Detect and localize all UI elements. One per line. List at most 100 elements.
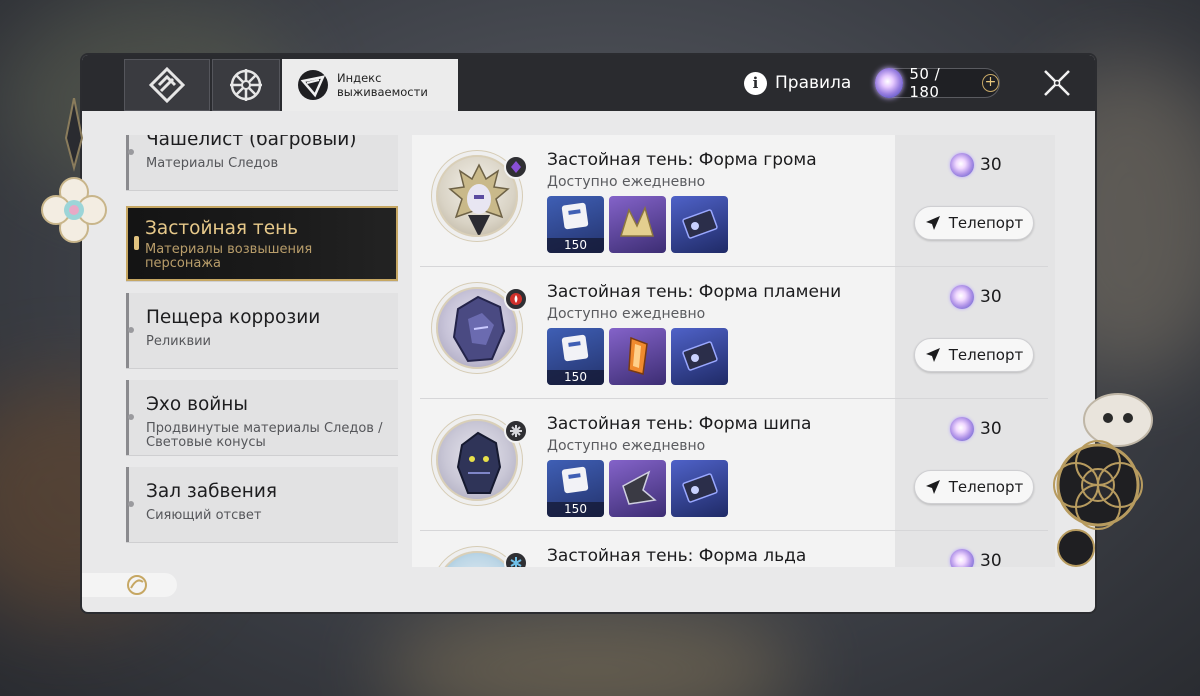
ascension-material[interactable] bbox=[609, 460, 666, 517]
stage-title: Застойная тень: Форма грома bbox=[547, 150, 817, 170]
nav-item-calyx-crimson[interactable]: Чашелист (багровый) Материалы Следов bbox=[126, 135, 398, 190]
element-badge bbox=[504, 287, 528, 311]
nav-item-sub: Реликвии bbox=[146, 334, 212, 349]
nav-item-hall-of-oblivion[interactable]: Зал забвения Сияющий отсвет bbox=[126, 467, 398, 542]
list-item: Застойная тень: Форма шипа Доступно ежед… bbox=[412, 399, 1055, 531]
close-icon[interactable] bbox=[1042, 68, 1072, 98]
nav-item-title: Чашелист (багровый) bbox=[146, 135, 357, 150]
info-icon: i bbox=[744, 71, 767, 95]
top-bar: Индекс выживаемости i Правила 50 / 180 + bbox=[82, 55, 1095, 111]
teleport-label: Телепорт bbox=[948, 478, 1024, 496]
teleport-arrow-icon bbox=[925, 216, 940, 230]
stage-cost: 30 bbox=[950, 153, 1002, 177]
nav-pip bbox=[128, 414, 134, 420]
gold-emblem-icon bbox=[127, 575, 147, 595]
nav-pip bbox=[134, 236, 139, 250]
trailblaze-power-icon bbox=[950, 153, 974, 177]
stage-availability: Доступно ежедневно bbox=[547, 174, 706, 190]
right-flower-ornament-icon bbox=[1053, 393, 1153, 567]
trailblaze-power-value: 50 / 180 bbox=[909, 65, 941, 101]
credit-card-icon bbox=[682, 209, 718, 239]
category-nav: Чашелист (багровый) Материалы Следов Зас… bbox=[126, 135, 398, 545]
nav-item-sub: Материалы Следов bbox=[146, 156, 279, 171]
exp-material[interactable]: 150 bbox=[547, 460, 604, 517]
stage-title: Застойная тень: Форма льда bbox=[547, 546, 807, 566]
trailblaze-power-icon bbox=[950, 549, 974, 567]
thunder-crown-icon bbox=[619, 205, 654, 237]
nav-pip bbox=[128, 149, 134, 155]
ice-element-icon bbox=[510, 557, 522, 567]
stage-cost: 30 bbox=[950, 549, 1002, 567]
trailblaze-power-orb-icon bbox=[875, 68, 904, 98]
trailblaze-power: 50 / 180 + bbox=[875, 65, 1000, 101]
compass-star-icon bbox=[230, 69, 262, 101]
teleport-button[interactable]: Телепорт bbox=[914, 470, 1034, 504]
lightning-element-icon bbox=[511, 161, 521, 173]
bottom-toggle[interactable] bbox=[82, 573, 177, 597]
element-badge bbox=[504, 551, 528, 567]
stage-cost-value: 30 bbox=[980, 419, 1002, 439]
tab-rhombus-emblem[interactable] bbox=[124, 59, 210, 111]
stage-availability: Доступно ежедневно bbox=[547, 306, 706, 322]
tab-survival-index[interactable]: Индекс выживаемости bbox=[282, 59, 458, 111]
credit-card-icon bbox=[682, 473, 718, 503]
spike-shard-icon bbox=[622, 470, 657, 505]
teleport-button[interactable]: Телепорт bbox=[914, 206, 1034, 240]
list-item: Застойная тень: Форма льда 30 bbox=[412, 531, 1055, 567]
ascension-material[interactable] bbox=[609, 196, 666, 253]
teleport-label: Телепорт bbox=[948, 346, 1024, 364]
trailblaze-power-icon bbox=[950, 285, 974, 309]
teleport-arrow-icon bbox=[925, 480, 940, 494]
material-quantity: 150 bbox=[547, 370, 604, 385]
ascension-material[interactable] bbox=[609, 328, 666, 385]
add-power-button[interactable]: + bbox=[981, 74, 999, 92]
stage-cost-value: 30 bbox=[980, 287, 1002, 307]
left-flower-ornament-icon bbox=[41, 98, 107, 243]
credit-material[interactable] bbox=[671, 460, 728, 517]
physical-element-icon bbox=[510, 425, 522, 437]
nav-item-sub: Продвинутые материалы Следов / Световые … bbox=[146, 421, 383, 450]
survival-index-window: Индекс выживаемости i Правила 50 / 180 +… bbox=[80, 53, 1097, 614]
stage-list: Застойная тень: Форма грома Доступно еже… bbox=[412, 135, 1055, 567]
tab-survival-index-label: Индекс выживаемости bbox=[337, 71, 428, 99]
teleport-arrow-icon bbox=[925, 348, 940, 362]
exp-book-icon bbox=[561, 202, 589, 230]
nav-item-cavern-of-corrosion[interactable]: Пещера коррозии Реликвии bbox=[126, 293, 398, 368]
nav-item-stagnant-shadow[interactable]: Застойная тень Материалы возвышения перс… bbox=[126, 206, 398, 281]
stage-availability: Доступно ежедневно bbox=[547, 438, 706, 454]
trailblaze-power-icon bbox=[950, 417, 974, 441]
stage-cost-value: 30 bbox=[980, 155, 1002, 175]
list-item: Застойная тень: Форма грома Доступно еже… bbox=[412, 135, 1055, 267]
survival-index-icon bbox=[298, 70, 328, 100]
material-quantity: 150 bbox=[547, 502, 604, 517]
rules-label: Правила bbox=[775, 73, 852, 93]
credit-card-icon bbox=[682, 341, 718, 371]
nav-item-title: Пещера коррозии bbox=[146, 307, 321, 328]
credit-material[interactable] bbox=[671, 328, 728, 385]
nav-item-echo-of-war[interactable]: Эхо войны Продвинутые материалы Следов /… bbox=[126, 380, 398, 455]
stage-title: Застойная тень: Форма пламени bbox=[547, 282, 842, 302]
exp-material[interactable]: 150 bbox=[547, 328, 604, 385]
list-item: Застойная тень: Форма пламени Доступно е… bbox=[412, 267, 1055, 399]
teleport-label: Телепорт bbox=[948, 214, 1024, 232]
rules-button[interactable]: i Правила bbox=[744, 69, 851, 97]
exp-material[interactable]: 150 bbox=[547, 196, 604, 253]
material-quantity: 150 bbox=[547, 238, 604, 253]
nav-item-sub: Сияющий отсвет bbox=[146, 508, 262, 523]
nav-pip bbox=[128, 327, 134, 333]
exp-book-icon bbox=[561, 334, 589, 362]
stage-cost: 30 bbox=[950, 285, 1002, 309]
stage-title: Застойная тень: Форма шипа bbox=[547, 414, 812, 434]
element-badge bbox=[504, 419, 528, 443]
element-badge bbox=[504, 155, 528, 179]
stage-cost: 30 bbox=[950, 417, 1002, 441]
flame-crystal-icon bbox=[628, 336, 648, 375]
nav-item-title: Эхо войны bbox=[146, 394, 249, 415]
exp-book-icon bbox=[561, 466, 589, 494]
teleport-button[interactable]: Телепорт bbox=[914, 338, 1034, 372]
stage-cost-value: 30 bbox=[980, 551, 1002, 567]
nav-pip bbox=[128, 501, 134, 507]
nav-item-title: Застойная тень bbox=[145, 218, 299, 239]
tab-compass-star[interactable] bbox=[212, 59, 280, 111]
credit-material[interactable] bbox=[671, 196, 728, 253]
